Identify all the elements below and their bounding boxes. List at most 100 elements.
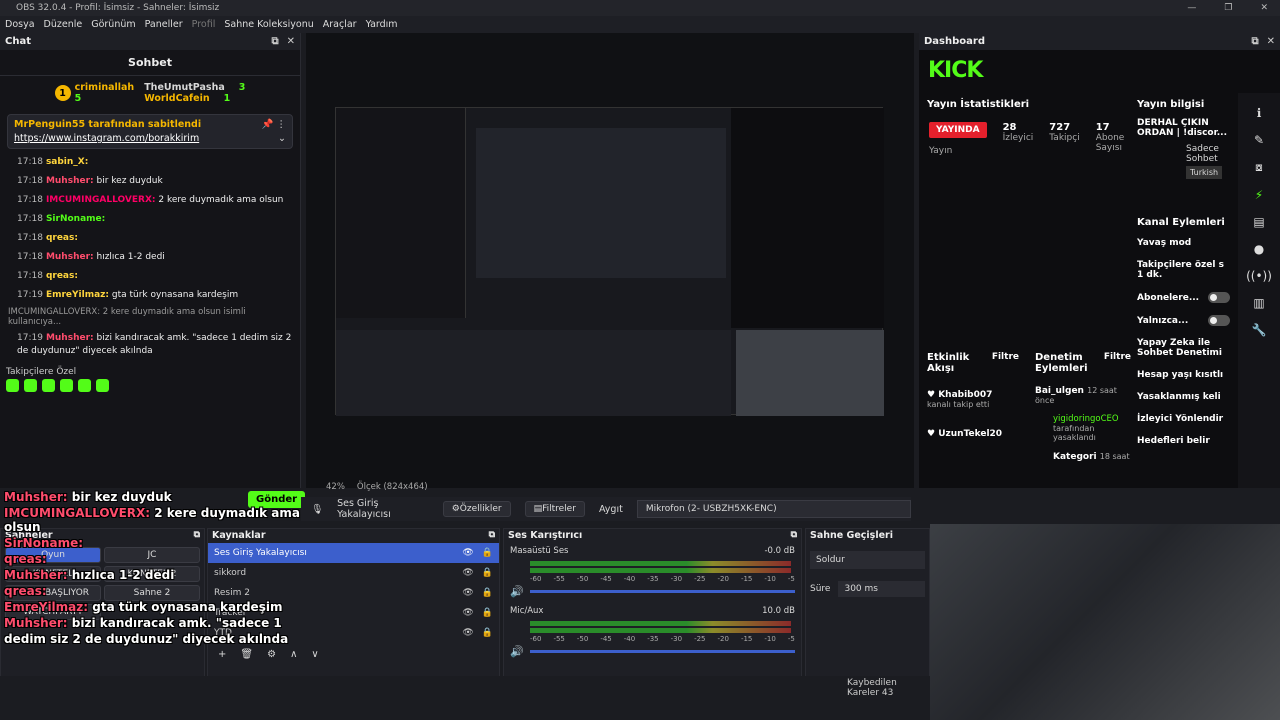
chat-icon[interactable]: ● xyxy=(1238,242,1280,256)
float-icon[interactable]: ⧉ xyxy=(791,530,797,542)
msg-user[interactable]: sabin_X: xyxy=(46,157,88,167)
menu-yardim[interactable]: Yardım xyxy=(366,19,398,30)
eye-icon[interactable]: 👁 xyxy=(462,548,473,558)
archive-icon[interactable]: ▥ xyxy=(1238,296,1280,310)
channel-action[interactable]: Takipçilere özel s 1 dk. xyxy=(1131,254,1236,286)
lock-icon[interactable]: 🔒 xyxy=(482,608,493,618)
eye-icon[interactable]: 👁 xyxy=(462,588,473,598)
up-icon[interactable]: ∧ xyxy=(290,649,297,660)
channel-action[interactable]: Abonelere... xyxy=(1131,286,1236,309)
channel-action[interactable]: Yapay Zeka ile Sohbet Denetimi xyxy=(1131,332,1236,364)
overlay-user: SirNoname: xyxy=(4,536,84,550)
menu-sahne-koleksiyonu[interactable]: Sahne Koleksiyonu xyxy=(224,19,313,30)
channel-action[interactable]: Hesap yaşı kısıtlı xyxy=(1131,364,1236,386)
eye-icon[interactable]: 👁 xyxy=(462,628,473,638)
meter-tick: -50 xyxy=(576,575,589,583)
maximize-icon[interactable]: ❐ xyxy=(1224,3,1232,13)
duration-input[interactable]: 300 ms xyxy=(838,581,925,597)
filter-button[interactable]: Filtre xyxy=(992,352,1019,374)
emote-icon[interactable] xyxy=(42,379,55,392)
meter-tick: -35 xyxy=(647,575,659,583)
emote-icon[interactable] xyxy=(24,379,37,392)
zoom-level[interactable]: 42% xyxy=(326,482,345,492)
msg-user[interactable]: Muhsher: xyxy=(46,252,94,262)
device-select[interactable]: Mikrofon (2- USBZH5XK-ENC) xyxy=(636,500,911,518)
nested-preview xyxy=(476,128,726,278)
nested-webcam xyxy=(736,330,884,416)
msg-time: 17:18 xyxy=(17,233,43,243)
activity-user[interactable]: Khabib007 xyxy=(938,390,992,400)
toggle[interactable] xyxy=(1208,292,1230,303)
msg-user[interactable]: qreas: xyxy=(46,271,78,281)
channel-action[interactable]: Hedefleri belir xyxy=(1131,430,1236,452)
emote-icon[interactable] xyxy=(96,379,109,392)
msg-user[interactable]: qreas: xyxy=(46,233,78,243)
lock-icon[interactable]: 🔒 xyxy=(482,548,493,558)
msg-user[interactable]: IMCUMINGALLOVERX: xyxy=(46,195,156,205)
menu-gorunum[interactable]: Görünüm xyxy=(91,19,135,30)
menu-araclar[interactable]: Araçlar xyxy=(323,19,357,30)
pin-icon[interactable]: 📌 ⋮ xyxy=(262,119,286,130)
mod-user[interactable]: Bai_ulgen xyxy=(1035,386,1084,396)
broadcast-icon[interactable]: ((•)) xyxy=(1238,269,1280,283)
close-icon[interactable]: ✕ xyxy=(1267,36,1275,47)
speaker-icon[interactable]: 🔊 xyxy=(510,645,524,658)
eye-icon[interactable]: 👁 xyxy=(462,568,473,578)
supporter-name: WorldCafein xyxy=(144,93,210,104)
trash-icon[interactable]: 🗑 xyxy=(240,649,253,660)
supporter-name: TheUmutPasha xyxy=(144,82,225,93)
channel-action[interactable]: Yasaklanmış keli xyxy=(1131,386,1236,408)
mod-by[interactable]: yigidoringoCEO xyxy=(1029,414,1137,424)
down-icon[interactable]: ∨ xyxy=(311,649,318,660)
transition-select[interactable]: Soldur xyxy=(810,551,925,569)
properties-label: Özellikler xyxy=(459,504,502,514)
channel-action[interactable]: Yavaş mod xyxy=(1131,232,1236,254)
chevron-down-icon[interactable]: ⌄ xyxy=(278,133,286,144)
channel-action[interactable]: İzleyici Yönlendir xyxy=(1131,408,1236,430)
document-icon[interactable]: ▤ xyxy=(1238,215,1280,229)
filter-button[interactable]: Filtre xyxy=(1104,352,1131,374)
menu-paneller[interactable]: Paneller xyxy=(145,19,183,30)
info-icon[interactable]: ℹ xyxy=(1238,106,1280,120)
nested-dashboard xyxy=(731,108,884,328)
minimize-icon[interactable]: — xyxy=(1187,3,1196,13)
emote-icon[interactable] xyxy=(60,379,73,392)
filters-button[interactable]: ▤ Filtreler xyxy=(524,501,585,517)
msg-time: 17:18 xyxy=(17,214,43,224)
toggle[interactable] xyxy=(1208,315,1230,326)
pinned-link[interactable]: https://www.instagram.com/borakkirim xyxy=(14,133,199,144)
menu-duzenle[interactable]: Düzenle xyxy=(44,19,83,30)
lock-icon[interactable]: 🔒 xyxy=(482,588,493,598)
emote-icon[interactable] xyxy=(6,379,19,392)
lock-icon[interactable]: 🔒 xyxy=(482,628,493,638)
float-icon[interactable]: ⧉ xyxy=(271,36,278,47)
gear-icon[interactable]: ⚙ xyxy=(267,649,276,660)
preview-canvas[interactable] xyxy=(335,107,884,416)
eye-icon[interactable]: 👁 xyxy=(462,608,473,618)
msg-user[interactable]: Muhsher: xyxy=(46,333,94,343)
emote-icon[interactable] xyxy=(78,379,91,392)
menu-dosya[interactable]: Dosya xyxy=(5,19,35,30)
channel-action[interactable]: Yalnızca... xyxy=(1131,309,1236,332)
wrench-icon[interactable]: 🔧 xyxy=(1238,323,1280,337)
speaker-icon[interactable]: 🔊 xyxy=(510,585,524,598)
activity-user[interactable]: UzunTekel20 xyxy=(938,429,1002,439)
menu-profil[interactable]: Profil xyxy=(192,19,216,30)
msg-time: 17:18 xyxy=(17,157,43,167)
msg-user[interactable]: Muhsher: xyxy=(46,176,94,186)
lock-icon[interactable]: 🔒 xyxy=(482,568,493,578)
properties-button[interactable]: ⚙ Özellikler xyxy=(442,501,511,517)
edit-icon[interactable]: ✎ xyxy=(1238,133,1280,147)
pinned-message[interactable]: MrPenguin55 tarafından sabitlendi 📌 ⋮ htt… xyxy=(7,114,293,149)
float-icon[interactable]: ⧉ xyxy=(1251,36,1258,47)
screenshot-icon[interactable]: ⧇ xyxy=(1238,160,1280,175)
msg-user[interactable]: EmreYilmaz: xyxy=(46,290,109,300)
msg-user[interactable]: SirNoname: xyxy=(46,214,105,224)
close-icon[interactable]: ✕ xyxy=(287,36,295,47)
bolt-icon[interactable]: ⚡ xyxy=(1238,188,1280,202)
close-icon[interactable]: ✕ xyxy=(1260,3,1268,13)
float-icon[interactable]: ⧉ xyxy=(489,530,495,542)
volume-slider[interactable] xyxy=(529,590,795,593)
add-icon[interactable]: + xyxy=(218,649,226,660)
volume-slider[interactable] xyxy=(529,650,795,653)
